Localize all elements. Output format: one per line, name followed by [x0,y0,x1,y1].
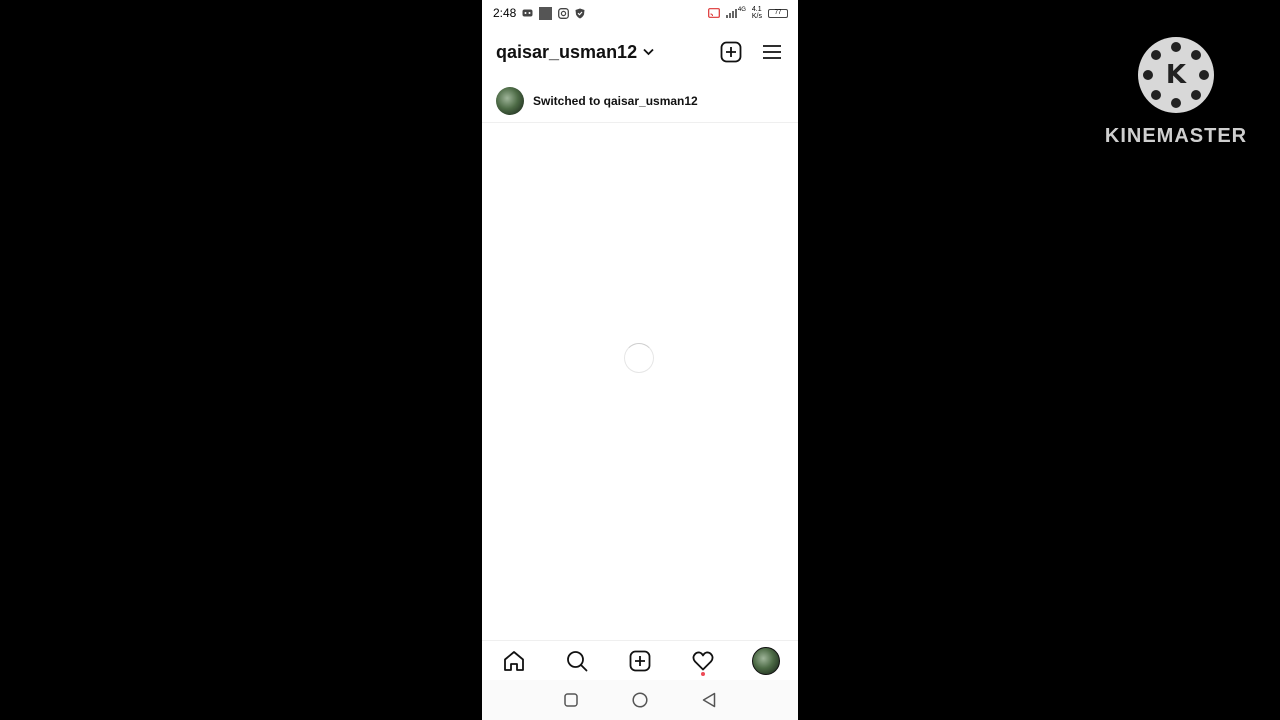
loading-spinner [624,343,654,373]
status-bar: 2:48 4G 4.1 K/s 77 [482,0,798,26]
menu-icon[interactable] [762,43,782,61]
activity-heart-icon [692,651,714,670]
shield-icon [575,8,585,18]
home-icon [503,650,524,671]
profile-avatar [752,646,781,675]
account-switcher[interactable]: qaisar_usman12 [496,42,654,63]
chevron-down-icon [643,48,654,56]
notice-text: Switched to qaisar_usman12 [533,94,698,108]
create-icon [629,650,651,671]
phone-screen: 2:48 4G 4.1 K/s 77 qaisar_usman12 Switch… [482,0,798,720]
status-bar-left: 2:48 [493,6,585,20]
recents-square-icon[interactable] [564,693,578,707]
kinemaster-logo-letter: K [1165,60,1187,90]
speed-unit: K/s [751,13,762,20]
kinemaster-watermark: K KINEMASTER [1104,37,1248,148]
header-actions [720,41,782,63]
username-title: qaisar_usman12 [496,41,638,62]
back-triangle-icon[interactable] [702,692,716,708]
search-icon [566,650,588,671]
new-post-icon[interactable] [720,41,742,63]
network-type: 4G [737,7,746,13]
clock: 2:48 [493,6,517,20]
speed-value: 4.1 [751,6,762,13]
battery-indicator: 77 [768,8,788,18]
cast-icon [707,8,720,18]
kinemaster-text: KINEMASTER [1104,125,1248,147]
home-circle-icon[interactable] [632,692,648,708]
avatar [496,87,524,115]
kinemaster-logo: K [1138,37,1214,113]
nav-create[interactable] [625,646,655,676]
nav-home[interactable] [499,646,529,676]
profile-header: qaisar_usman12 [482,30,798,74]
system-navigation-bar [482,680,798,720]
status-bar-right: 4G 4.1 K/s 77 [707,6,788,20]
game-controller-icon [522,9,533,17]
nav-search[interactable] [562,646,592,676]
account-switched-notice: Switched to qaisar_usman12 [482,80,798,123]
gallery-notification-icon [539,6,553,20]
bottom-navigation [482,640,798,680]
instagram-notification-icon [558,7,570,19]
battery-level: 77 [774,10,782,16]
nav-profile[interactable] [751,646,781,676]
notification-dot [701,671,706,676]
network-speed: 4.1 K/s [752,6,762,20]
nav-activity[interactable] [688,646,718,676]
